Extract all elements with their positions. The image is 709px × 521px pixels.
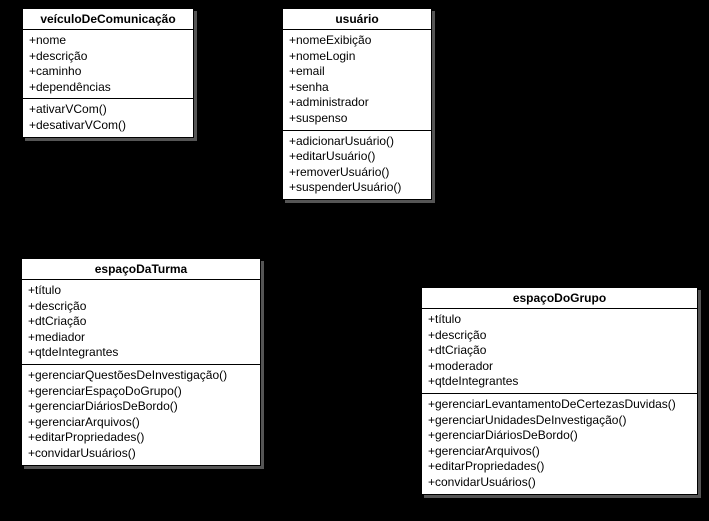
class-operations: +ativarVCom() +desativarVCom() bbox=[23, 99, 193, 136]
class-attr: +título bbox=[428, 312, 691, 328]
class-grupo: espaçoDoGrupo +título +descrição +dtCria… bbox=[421, 287, 698, 495]
class-op: +convidarUsuários() bbox=[28, 446, 254, 462]
class-op: +gerenciarDiáriosDeBordo() bbox=[28, 399, 254, 415]
class-operations: +adicionarUsuário() +editarUsuário() +re… bbox=[283, 131, 431, 199]
class-attr: +nomeLogin bbox=[289, 49, 425, 65]
class-attr: +descrição bbox=[428, 328, 691, 344]
class-op: +editarPropriedades() bbox=[28, 430, 254, 446]
class-attr: +suspenso bbox=[289, 111, 425, 127]
class-title: veículoDeComunicação bbox=[23, 9, 193, 30]
class-title: espaçoDoGrupo bbox=[422, 288, 697, 309]
class-attr: +nomeExibição bbox=[289, 33, 425, 49]
class-attr: +qtdeIntegrantes bbox=[428, 374, 691, 390]
class-veiculo: veículoDeComunicação +nome +descrição +c… bbox=[22, 8, 194, 138]
class-attr: +moderador bbox=[428, 359, 691, 375]
class-operations: +gerenciarQuestõesDeInvestigação() +gere… bbox=[22, 365, 260, 465]
class-attr: +nome bbox=[29, 33, 187, 49]
class-op: +gerenciarDiáriosDeBordo() bbox=[428, 428, 691, 444]
class-title: usuário bbox=[283, 9, 431, 30]
class-op: +gerenciarQuestõesDeInvestigação() bbox=[28, 368, 254, 384]
class-op: +suspenderUsuário() bbox=[289, 180, 425, 196]
class-attr: +descrição bbox=[29, 49, 187, 65]
class-attr: +caminho bbox=[29, 64, 187, 80]
class-attr: +administrador bbox=[289, 95, 425, 111]
class-op: +gerenciarArquivos() bbox=[28, 415, 254, 431]
class-op: +gerenciarLevantamentoDeCertezasDuvidas(… bbox=[428, 397, 691, 413]
class-attr: +dtCriação bbox=[428, 343, 691, 359]
class-attributes: +título +descrição +dtCriação +mediador … bbox=[22, 280, 260, 365]
class-attr: +senha bbox=[289, 80, 425, 96]
class-op: +removerUsuário() bbox=[289, 165, 425, 181]
class-op: +desativarVCom() bbox=[29, 118, 187, 134]
class-attr: +descrição bbox=[28, 299, 254, 315]
class-op: +editarPropriedades() bbox=[428, 459, 691, 475]
class-title: espaçoDaTurma bbox=[22, 259, 260, 280]
class-attr: +título bbox=[28, 283, 254, 299]
class-op: +convidarUsuários() bbox=[428, 475, 691, 491]
class-op: +gerenciarArquivos() bbox=[428, 444, 691, 460]
class-operations: +gerenciarLevantamentoDeCertezasDuvidas(… bbox=[422, 394, 697, 494]
class-usuario: usuário +nomeExibição +nomeLogin +email … bbox=[282, 8, 432, 200]
class-op: +editarUsuário() bbox=[289, 149, 425, 165]
class-op: +gerenciarUnidadesDeInvestigação() bbox=[428, 413, 691, 429]
class-attr: +qtdeIntegrantes bbox=[28, 345, 254, 361]
class-op: +ativarVCom() bbox=[29, 102, 187, 118]
class-attributes: +título +descrição +dtCriação +moderador… bbox=[422, 309, 697, 394]
class-attr: +email bbox=[289, 64, 425, 80]
class-attributes: +nome +descrição +caminho +dependências bbox=[23, 30, 193, 99]
class-attributes: +nomeExibição +nomeLogin +email +senha +… bbox=[283, 30, 431, 131]
class-op: +adicionarUsuário() bbox=[289, 134, 425, 150]
class-attr: +dtCriação bbox=[28, 314, 254, 330]
class-turma: espaçoDaTurma +título +descrição +dtCria… bbox=[21, 258, 261, 466]
class-attr: +dependências bbox=[29, 80, 187, 96]
class-attr: +mediador bbox=[28, 330, 254, 346]
class-op: +gerenciarEspaçoDoGrupo() bbox=[28, 384, 254, 400]
